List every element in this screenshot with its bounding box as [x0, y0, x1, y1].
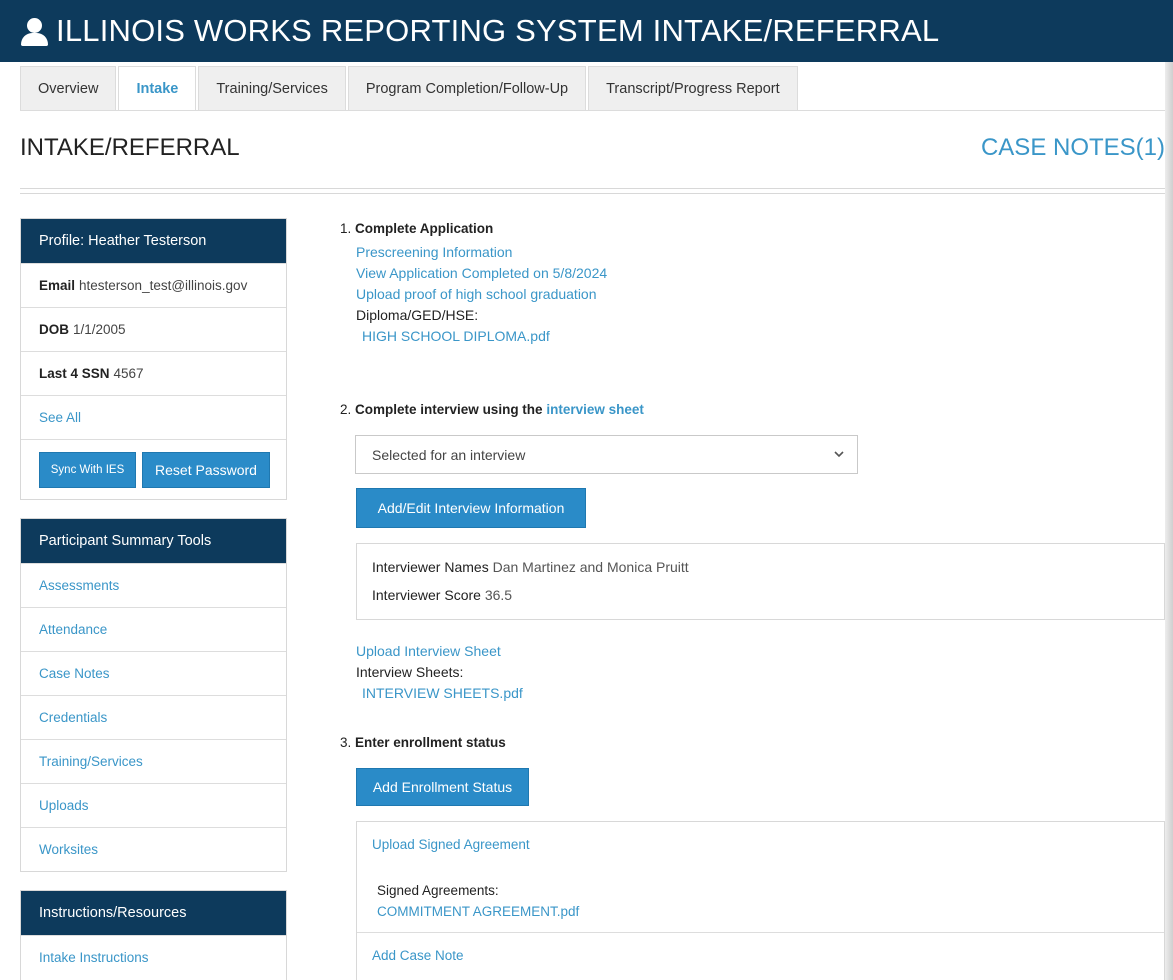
profile-panel: Profile: Heather Testerson Email htester… [20, 218, 287, 500]
step-2-title: 2. Complete interview using the intervie… [340, 402, 644, 417]
case-notes-link[interactable]: CASE NOTES(1) [981, 134, 1165, 162]
tool-worksites[interactable]: Worksites [21, 827, 286, 871]
interview-sheets-label: Interview Sheets: [356, 664, 464, 680]
sync-with-ies-button[interactable]: Sync With IES [39, 451, 136, 488]
tool-assessments[interactable]: Assessments [21, 563, 286, 607]
step-3-title: 3. Enter enrollment status [340, 735, 506, 750]
step-1: 1. Complete Application [340, 221, 493, 236]
email-value: htesterson_test@illinois.gov [79, 278, 248, 293]
page-title: INTAKE/REFERRAL [20, 134, 240, 161]
user-icon [20, 18, 48, 48]
tool-attendance[interactable]: Attendance [21, 607, 286, 651]
tab-bar: Overview Intake Training/Services Progra… [20, 66, 800, 111]
profile-email: Email htesterson_test@illinois.gov [21, 263, 286, 307]
tab-overview[interactable]: Overview [20, 66, 117, 111]
profile-ssn: Last 4 SSN 4567 [21, 351, 286, 395]
profile-dob: DOB 1/1/2005 [21, 307, 286, 351]
interview-status-select[interactable]: Selected for an interview [355, 435, 858, 474]
profile-actions: Sync With IES Reset Password [21, 439, 286, 499]
chevron-down-icon [834, 451, 844, 458]
instructions-heading: Instructions/Resources [21, 891, 286, 935]
signed-agreements-label: Signed Agreements: [377, 883, 499, 898]
dob-value: 1/1/2005 [73, 322, 126, 337]
reset-password-button[interactable]: Reset Password [142, 451, 270, 488]
see-all-link[interactable]: See All [21, 395, 286, 439]
tab-training-services[interactable]: Training/Services [198, 66, 346, 111]
profile-heading: Profile: Heather Testerson [21, 219, 286, 263]
step-1-body: Prescreening Information View Applicatio… [356, 242, 607, 347]
tools-panel: Participant Summary Tools Assessments At… [20, 518, 287, 872]
intake-instructions-link[interactable]: Intake Instructions [21, 935, 286, 979]
email-label: Email [39, 278, 76, 293]
ssn-label: Last 4 SSN [39, 366, 110, 381]
ssn-value: 4567 [113, 366, 144, 381]
app-title: ILLINOIS WORKS REPORTING SYSTEM INTAKE/R… [56, 13, 940, 48]
add-enrollment-status-button[interactable]: Add Enrollment Status [356, 768, 529, 806]
tabs-divider [20, 110, 1165, 111]
prescreening-link[interactable]: Prescreening Information [356, 242, 607, 263]
diploma-label: Diploma/GED/HSE: [356, 307, 479, 323]
tools-heading: Participant Summary Tools [21, 519, 286, 563]
view-application-link[interactable]: View Application Completed on 5/8/2024 [356, 263, 607, 284]
tab-intake[interactable]: Intake [118, 66, 197, 111]
interviewer-names: Interviewer Names Dan Martinez and Monic… [372, 559, 689, 575]
commitment-agreement-file-link[interactable]: COMMITMENT AGREEMENT.pdf [377, 901, 579, 922]
upload-interview-sheet-link[interactable]: Upload Interview Sheet [356, 641, 523, 662]
upload-signed-agreement-link[interactable]: Upload Signed Agreement [372, 834, 530, 855]
add-case-note-link[interactable]: Add Case Note [372, 945, 464, 966]
diploma-file-link[interactable]: HIGH SCHOOL DIPLOMA.pdf [356, 326, 607, 347]
tab-transcript-progress[interactable]: Transcript/Progress Report [588, 66, 798, 111]
interview-status-value: Selected for an interview [372, 446, 526, 463]
interviewer-info-box: Interviewer Names Dan Martinez and Monic… [356, 543, 1165, 620]
instructions-panel: Instructions/Resources Intake Instructio… [20, 890, 287, 980]
tool-case-notes[interactable]: Case Notes [21, 651, 286, 695]
app-header: ILLINOIS WORKS REPORTING SYSTEM INTAKE/R… [0, 0, 1173, 62]
divider [20, 188, 1165, 189]
tool-uploads[interactable]: Uploads [21, 783, 286, 827]
add-edit-interview-button[interactable]: Add/Edit Interview Information [356, 488, 586, 528]
divider [20, 193, 1165, 194]
upload-graduation-link[interactable]: Upload proof of high school graduation [356, 284, 607, 305]
interview-uploads: Upload Interview Sheet Interview Sheets:… [356, 641, 523, 704]
tab-program-completion[interactable]: Program Completion/Follow-Up [347, 66, 587, 111]
interview-sheets-file-link[interactable]: INTERVIEW SHEETS.pdf [356, 683, 523, 704]
tool-credentials[interactable]: Credentials [21, 695, 286, 739]
tool-training-services[interactable]: Training/Services [21, 739, 286, 783]
agreement-box: Upload Signed Agreement Signed Agreement… [356, 821, 1165, 980]
interviewer-score: Interviewer Score 36.5 [372, 587, 513, 603]
window-edge [1165, 62, 1173, 980]
divider [357, 932, 1164, 933]
step-1-title: 1. Complete Application [340, 221, 494, 236]
dob-label: DOB [39, 322, 69, 337]
interview-sheet-link[interactable]: interview sheet [546, 402, 644, 417]
